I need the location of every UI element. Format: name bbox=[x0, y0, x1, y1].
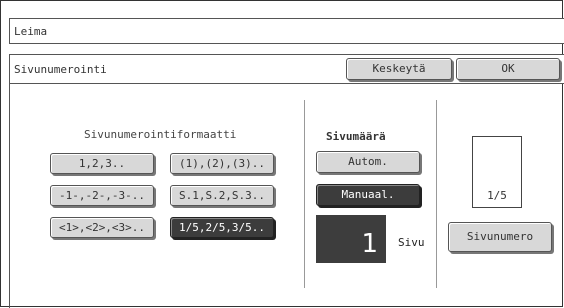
format-option-4[interactable]: S.1,S.2,S.3.. bbox=[170, 185, 274, 206]
preview-text: 1/5 bbox=[487, 189, 507, 202]
auto-button[interactable]: Autom. bbox=[316, 151, 420, 173]
cancel-button[interactable]: Keskeytä bbox=[346, 58, 452, 80]
divider-right bbox=[436, 100, 437, 288]
page-count-display[interactable]: 1 bbox=[316, 215, 386, 263]
format-option-3[interactable]: -1-,-2-,-3-.. bbox=[50, 185, 154, 206]
page-number-button[interactable]: Sivunumero bbox=[448, 222, 552, 252]
format-option-5[interactable]: <1>,<2>,<3>.. bbox=[50, 217, 154, 238]
window-title: Leima bbox=[9, 18, 564, 44]
format-option-1[interactable]: 1,2,3.. bbox=[50, 153, 154, 174]
divider-left bbox=[304, 100, 305, 288]
page-preview: 1/5 bbox=[472, 136, 522, 208]
section-title: Sivunumerointi bbox=[14, 63, 107, 76]
format-option-6[interactable]: 1/5,2/5,3/5.. bbox=[170, 217, 274, 238]
ok-button[interactable]: OK bbox=[456, 58, 560, 80]
count-heading: Sivumäärä bbox=[326, 130, 386, 143]
page-unit-label: Sivu bbox=[398, 236, 425, 249]
format-heading: Sivunumerointiformaatti bbox=[84, 128, 237, 141]
format-option-2[interactable]: (1),(2),(3).. bbox=[170, 153, 274, 174]
manual-button[interactable]: Manuaal. bbox=[316, 184, 420, 206]
